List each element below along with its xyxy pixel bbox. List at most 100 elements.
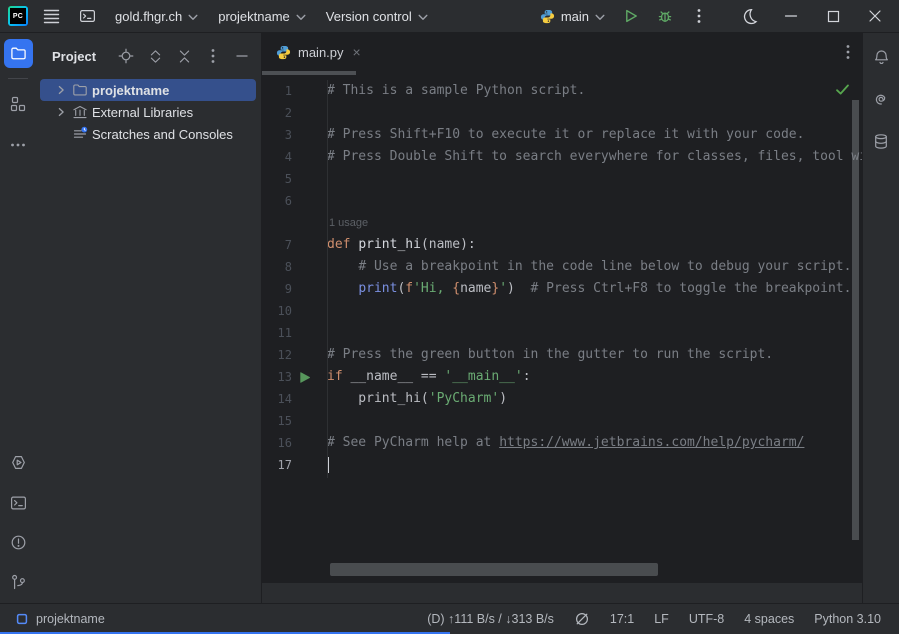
chevron-right-icon[interactable]: [55, 106, 72, 118]
code-text: print_hi('PyCharm'): [327, 388, 507, 410]
tab-strip-scrollbar-thumb[interactable]: [262, 71, 356, 75]
run-line-icon[interactable]: [292, 366, 327, 388]
code-editor[interactable]: 1# This is a sample Python script.23# Pr…: [262, 76, 862, 582]
line-number: 10: [262, 300, 292, 322]
run-configuration-selector[interactable]: main: [534, 6, 611, 27]
project-tool-button[interactable]: [4, 39, 33, 68]
hide-panel-button[interactable]: [231, 45, 253, 67]
code-line-9[interactable]: 9 print(f'Hi, {name}') # Press Ctrl+F8 t…: [262, 278, 862, 300]
debug-button[interactable]: [651, 2, 679, 30]
tree-item-scratches-and-consoles[interactable]: Scratches and Consoles: [40, 123, 256, 145]
code-line-6[interactable]: 6: [262, 190, 862, 212]
code-line-3[interactable]: 3# Press Shift+F10 to execute it or repl…: [262, 124, 862, 146]
pycharm-logo-text: PC: [10, 8, 26, 24]
tree-item-label: Scratches and Consoles: [92, 127, 233, 142]
code-line-1[interactable]: 1# This is a sample Python script.: [262, 80, 862, 102]
gutter-slot: [292, 80, 327, 102]
services-tool-button[interactable]: [4, 448, 33, 477]
collapse-all-button[interactable]: [173, 45, 195, 67]
maximize-button[interactable]: [819, 2, 847, 30]
line-number: 11: [262, 322, 292, 344]
line-number: 2: [262, 102, 292, 124]
code-line-17[interactable]: 17: [262, 454, 862, 476]
select-opened-file-button[interactable]: [115, 45, 137, 67]
tree-item-external-libraries[interactable]: External Libraries: [40, 101, 256, 123]
structure-tool-button[interactable]: [4, 89, 33, 118]
panel-options-button[interactable]: [202, 45, 224, 67]
code-line-14[interactable]: 14 print_hi('PyCharm'): [262, 388, 862, 410]
tab-close-icon[interactable]: ×: [353, 45, 361, 59]
code-line-8[interactable]: 8 # Use a breakpoint in the code line be…: [262, 256, 862, 278]
module-icon: [16, 613, 28, 625]
main-menu-button[interactable]: [38, 3, 64, 29]
line-number: 9: [262, 278, 292, 300]
chevron-right-icon[interactable]: [55, 84, 72, 96]
code-line-7[interactable]: 7 def print_hi(name):: [262, 234, 862, 256]
code-line-13[interactable]: 13if __name__ == '__main__':: [262, 366, 862, 388]
code-line-2[interactable]: 2: [262, 102, 862, 124]
code-line-4[interactable]: 4# Press Double Shift to search everywhe…: [262, 146, 862, 168]
horizontal-scrollbar[interactable]: [330, 563, 658, 576]
caret-position-widget[interactable]: 17:1: [610, 612, 634, 626]
editor-options-button[interactable]: [846, 44, 850, 60]
expand-all-button[interactable]: [144, 45, 166, 67]
toolbar-divider: [8, 78, 28, 79]
ai-assistant-button[interactable]: [867, 85, 896, 114]
code-line-15[interactable]: 15: [262, 410, 862, 432]
vertical-scrollbar[interactable]: [852, 100, 859, 540]
minimize-button[interactable]: [777, 2, 805, 30]
more-tool-windows-button[interactable]: [4, 130, 33, 159]
database-button[interactable]: [867, 127, 896, 156]
line-number: 7: [262, 234, 292, 256]
line-number: 17: [262, 454, 292, 476]
chevron-down-icon: [188, 14, 198, 21]
pycharm-window: PC gold.fhgr.ch projektname Version cont…: [0, 0, 899, 634]
terminal-tool-button[interactable]: [4, 488, 33, 517]
code-text: def print_hi(name):: [327, 234, 476, 256]
status-project-widget[interactable]: projektname: [16, 612, 105, 626]
network-speed-widget[interactable]: (D) ↑111 B/s / ↓313 B/s: [427, 612, 554, 626]
gutter-slot: [292, 102, 327, 124]
editor-tab-bar: main.py ×: [262, 33, 862, 71]
interpreter-widget[interactable]: Python 3.10: [814, 612, 881, 626]
run-button[interactable]: [617, 2, 645, 30]
code-line-11[interactable]: 11: [262, 322, 862, 344]
gutter-slot: [292, 388, 327, 410]
tree-item-label: projektname: [92, 83, 169, 98]
host-selector[interactable]: gold.fhgr.ch: [110, 5, 203, 28]
inspections-ok-icon[interactable]: [835, 83, 850, 96]
notifications-button[interactable]: [867, 43, 896, 72]
line-number: 6: [262, 190, 292, 212]
code-line-16[interactable]: 16# See PyCharm help at https://www.jetb…: [262, 432, 862, 454]
vcs-widget[interactable]: Version control: [321, 5, 433, 28]
folder-icon: [72, 82, 92, 98]
more-actions-button[interactable]: [685, 2, 713, 30]
status-project-label: projektname: [36, 612, 105, 626]
close-button[interactable]: [861, 2, 889, 30]
version-control-tool-button[interactable]: [4, 568, 33, 597]
tree-item-projektname[interactable]: projektname: [40, 79, 256, 101]
indent-widget[interactable]: 4 spaces: [744, 612, 794, 626]
line-separator-widget[interactable]: LF: [654, 612, 669, 626]
code-line-12[interactable]: 12# Press the green button in the gutter…: [262, 344, 862, 366]
gutter-slot: [292, 432, 327, 454]
project-selector[interactable]: projektname: [213, 5, 311, 28]
theme-toggle-button[interactable]: [735, 2, 763, 30]
encoding-widget[interactable]: UTF-8: [689, 612, 724, 626]
right-toolbar: [862, 33, 899, 603]
code-text: # See PyCharm help at https://www.jetbra…: [327, 432, 804, 454]
remote-terminal-icon[interactable]: [74, 3, 100, 29]
code-line-5[interactable]: 5: [262, 168, 862, 190]
highlighting-level-widget[interactable]: [574, 611, 590, 627]
gutter-slot: [292, 168, 327, 190]
code-text: # Press Shift+F10 to execute it or repla…: [327, 124, 804, 146]
gutter-slot: [292, 146, 327, 168]
tab-label: main.py: [298, 45, 344, 60]
code-text: # Press Double Shift to search everywher…: [327, 146, 862, 168]
problems-tool-button[interactable]: [4, 528, 33, 557]
tree-item-label: External Libraries: [92, 105, 193, 120]
tab-main-py[interactable]: main.py ×: [262, 33, 371, 71]
gutter-slot: [292, 454, 327, 476]
code-line-10[interactable]: 10: [262, 300, 862, 322]
gutter-slot: [292, 300, 327, 322]
